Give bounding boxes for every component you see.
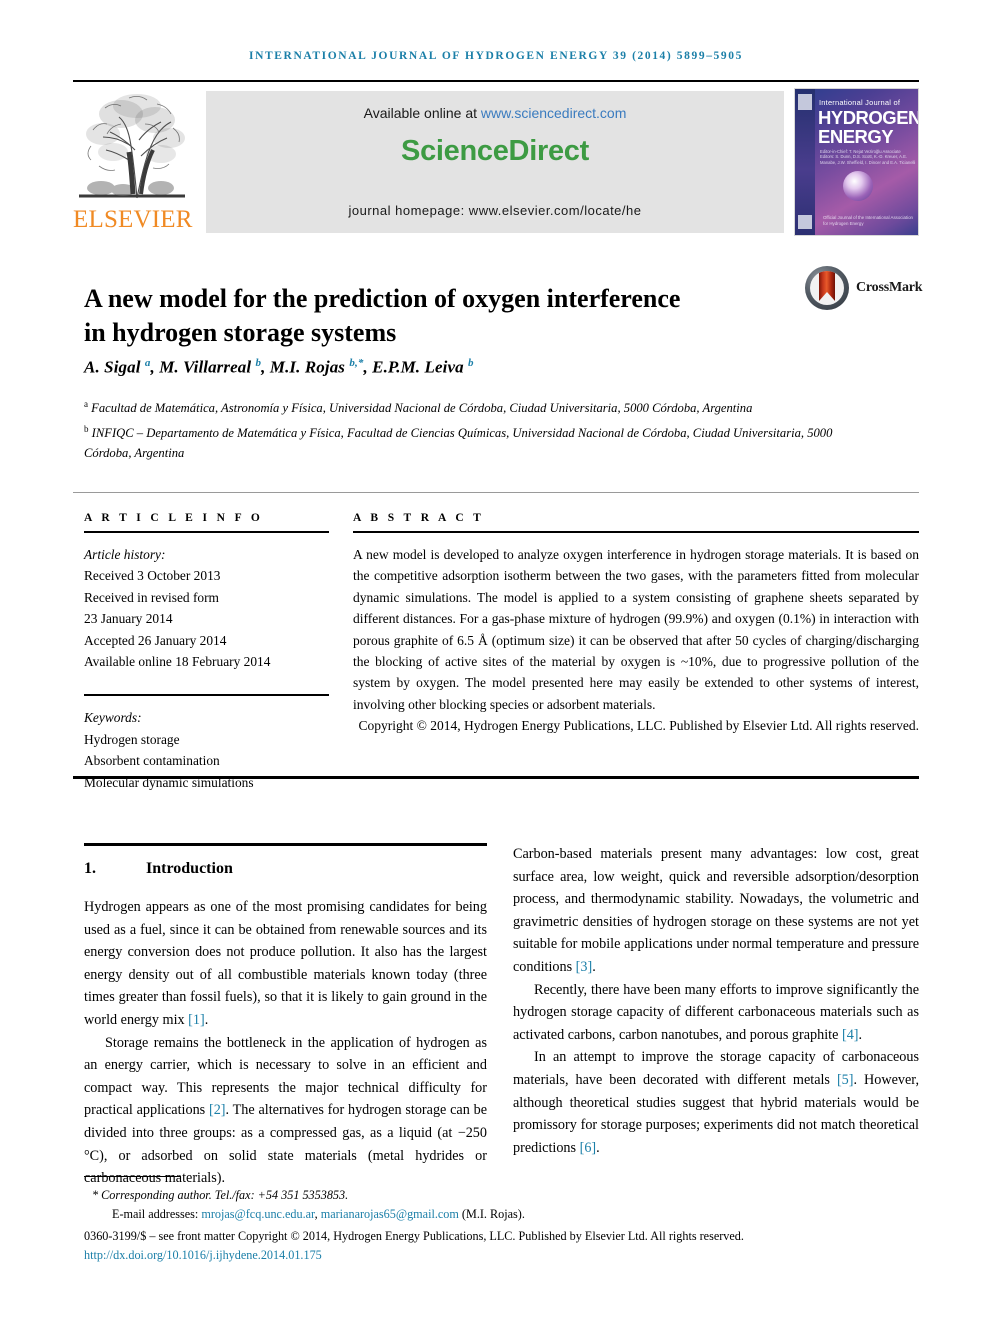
abstract-rule (353, 531, 919, 533)
cover-orb-graphic (843, 171, 873, 201)
header-rule (73, 80, 919, 82)
available-online-text: Available online at (363, 105, 481, 121)
history-item: Received in revised form (84, 589, 219, 605)
elsevier-logo: ELSEVIER (73, 88, 193, 236)
journal-article-page: INTERNATIONAL JOURNAL OF HYDROGEN ENERGY… (0, 0, 992, 1323)
history-item: 23 January 2014 (84, 611, 173, 627)
abstract-column: A B S T R A C T A new model is developed… (353, 512, 919, 737)
article-history: Article history: Received 3 October 2013… (84, 544, 329, 672)
cover-elsevier-mark (798, 94, 812, 110)
cover-side-band (795, 89, 815, 235)
info-band-top-rule (73, 492, 919, 493)
body-column-left: 1. Introduction Hydrogen appears as one o… (84, 843, 487, 1190)
history-item: Received 3 October 2013 (84, 568, 221, 584)
abstract-heading: A B S T R A C T (353, 512, 485, 524)
paragraph: Recently, there have been many efforts t… (513, 981, 919, 1043)
page-title: A new model for the prediction of oxygen… (84, 284, 681, 348)
footnote-rule (84, 1176, 180, 1177)
keywords-label: Keywords: (84, 710, 142, 726)
page-footer: * Corresponding author. Tel./fax: +54 35… (84, 1186, 920, 1264)
affiliation-b-text: INFIQC – Departamento de Matemática y Fí… (84, 425, 833, 461)
crossmark-icon (805, 266, 849, 310)
cover-editors: Editor-in-Chief: T. Nejat Veziroğlu Asso… (820, 149, 916, 165)
affiliation-b: b INFIQC – Departamento de Matemática y … (84, 423, 833, 461)
paragraph: Storage remains the bottleneck in the ap… (84, 1034, 487, 1187)
email-addresses[interactable]: E-mail addresses: mrojas@fcq.unc.edu.ar,… (84, 1205, 920, 1224)
crossmark-inner-circle (810, 271, 844, 305)
author-list: A. Sigal a, M. Villarreal b, M.I. Rojas … (84, 357, 474, 377)
corresponding-author-note: * Corresponding author. Tel./fax: +54 35… (92, 1188, 349, 1202)
abstract-text: A new model is developed to analyze oxyg… (353, 547, 919, 712)
cover-journal-prefix: International Journal of (819, 98, 901, 107)
masthead: ELSEVIER Available online at www.science… (73, 88, 919, 236)
paragraph: Carbon-based materials present many adva… (513, 846, 919, 975)
article-info-column: A R T I C L E I N F O Article history: R… (84, 512, 329, 793)
keywords-block: Keywords: Hydrogen storage Absorbent con… (84, 707, 329, 793)
history-item: Available online 18 February 2014 (84, 654, 271, 670)
sciencedirect-wordmark: ScienceDirect (401, 135, 589, 167)
section-number: 1. (84, 860, 96, 877)
abstract-copyright: Copyright © 2014, Hydrogen Energy Public… (358, 718, 919, 734)
section-head-rule (84, 843, 487, 846)
paragraph: Hydrogen appears as one of the most prom… (84, 899, 487, 1028)
cover-title-hydrogen: HYDROGEN (818, 107, 919, 128)
cover-footer-text: Official Journal of the International As… (823, 215, 913, 226)
available-online-line: Available online at www.sciencedirect.co… (206, 105, 784, 121)
info-band-bottom-rule (73, 776, 919, 779)
section-title: Introduction (146, 860, 233, 877)
keywords-rule (84, 694, 329, 697)
journal-cover-thumbnail: International Journal of HYDROGEN ENERGY … (794, 88, 919, 236)
crossmark-badge[interactable]: CrossMark (805, 266, 935, 312)
keyword-item: Hydrogen storage (84, 731, 180, 747)
crossmark-label: CrossMark (856, 280, 923, 295)
history-item: Accepted 26 January 2014 (84, 632, 227, 648)
paragraph: In an attempt to improve the storage cap… (513, 1049, 919, 1156)
sciencedirect-url[interactable]: www.sciencedirect.com (481, 105, 627, 121)
affiliation-list: a Facultad de Matemática, Astronomía y F… (84, 394, 874, 464)
crossmark-notch (819, 292, 835, 301)
cover-sciencedirect-mark (798, 215, 812, 229)
keyword-item: Absorbent contamination (84, 753, 220, 769)
article-info-heading: A R T I C L E I N F O (84, 512, 264, 524)
article-history-label: Article history: (84, 547, 166, 562)
elsevier-wordmark: ELSEVIER (73, 206, 193, 233)
issn-copyright-line: 0360-3199/$ – see front matter Copyright… (84, 1229, 744, 1244)
journal-homepage[interactable]: journal homepage: www.elsevier.com/locat… (206, 203, 784, 218)
cover-journal-title: HYDROGEN ENERGY (818, 108, 918, 146)
keyword-item: Molecular dynamic simulations (84, 774, 254, 790)
body-column-right: Carbon-based materials present many adva… (513, 843, 919, 1159)
section-heading-introduction: 1. Introduction (84, 860, 487, 878)
running-head: INTERNATIONAL JOURNAL OF HYDROGEN ENERGY… (249, 50, 743, 62)
doi-link[interactable]: http://dx.doi.org/10.1016/j.ijhydene.201… (84, 1246, 920, 1265)
sciencedirect-banner: Available online at www.sciencedirect.co… (206, 91, 784, 233)
cover-title-energy: ENERGY (818, 126, 894, 147)
affiliation-a: a Facultad de Matemática, Astronomía y F… (84, 399, 753, 416)
affiliation-a-text: Facultad de Matemática, Astronomía y Fís… (91, 401, 753, 416)
article-info-rule (84, 531, 329, 533)
elsevier-tree-icon (79, 94, 185, 199)
